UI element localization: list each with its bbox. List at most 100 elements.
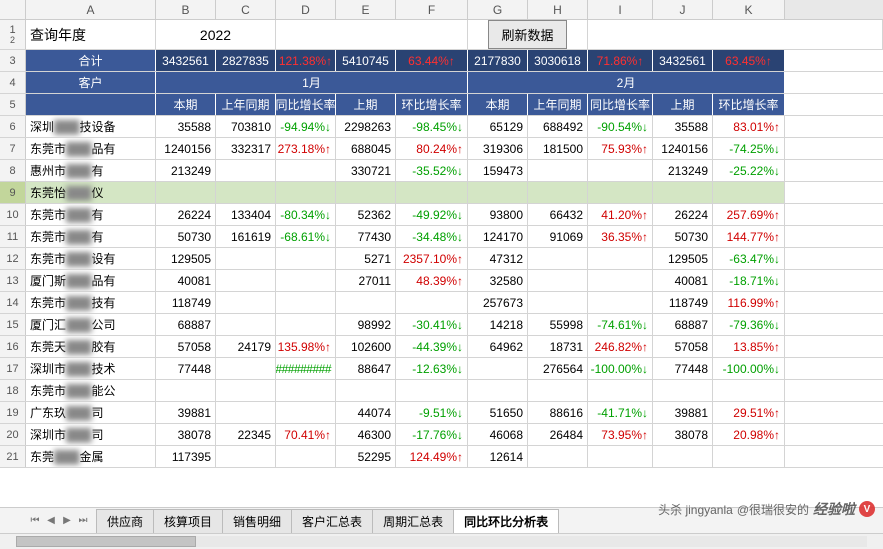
data-cell[interactable]: 133404 [216,204,276,225]
customer-name[interactable]: 深圳市███技术 [26,358,156,379]
data-cell[interactable]: 688045 [336,138,396,159]
col-G[interactable]: G [468,0,528,19]
data-cell[interactable]: -34.48%↓ [396,226,468,247]
data-cell[interactable]: 36.35%↑ [588,226,653,247]
data-cell[interactable] [216,160,276,181]
row-num[interactable]: 4 [0,72,26,93]
data-cell[interactable]: -49.92%↓ [396,204,468,225]
row-num[interactable]: 11 [0,226,26,247]
tab-prev-icon[interactable]: ◀ [44,514,58,528]
data-cell[interactable]: 118749 [653,292,713,313]
data-cell[interactable]: 12614 [468,446,528,467]
data-cell[interactable] [336,292,396,313]
customer-name[interactable]: 深圳███技设备 [26,116,156,137]
data-cell[interactable]: 181500 [528,138,588,159]
row-num[interactable]: 10 [0,204,26,225]
data-cell[interactable]: -41.71%↓ [588,402,653,423]
data-cell[interactable] [528,248,588,269]
data-cell[interactable]: 1240156 [156,138,216,159]
sheet-tab[interactable]: 销售明细 [222,509,292,533]
data-cell[interactable]: 44074 [336,402,396,423]
data-cell[interactable] [276,292,336,313]
data-cell[interactable]: 18731 [528,336,588,357]
data-cell[interactable] [528,270,588,291]
scroll-thumb[interactable] [16,536,196,547]
row-num[interactable]: 7 [0,138,26,159]
data-cell[interactable]: 98992 [336,314,396,335]
data-cell[interactable]: 57058 [156,336,216,357]
data-cell[interactable]: -30.41%↓ [396,314,468,335]
row-num[interactable]: 19 [0,402,26,423]
data-cell[interactable] [276,380,336,401]
row-num[interactable]: 9 [0,182,26,203]
data-cell[interactable]: 1240156 [653,138,713,159]
customer-name[interactable]: 东莞市███设有 [26,248,156,269]
data-cell[interactable]: 213249 [156,160,216,181]
data-cell[interactable]: 22345 [216,424,276,445]
data-cell[interactable] [216,314,276,335]
customer-name[interactable]: 东莞市███能公 [26,380,156,401]
data-cell[interactable]: 129505 [156,248,216,269]
data-cell[interactable] [653,182,713,203]
data-cell[interactable]: 40081 [653,270,713,291]
data-cell[interactable]: 68887 [156,314,216,335]
data-cell[interactable] [468,358,528,379]
data-cell[interactable]: 35588 [653,116,713,137]
customer-name[interactable]: 广东玖███司 [26,402,156,423]
data-cell[interactable]: 13.85%↑ [713,336,785,357]
data-cell[interactable] [468,380,528,401]
data-cell[interactable]: -18.71%↓ [713,270,785,291]
data-cell[interactable]: 124.49%↑ [396,446,468,467]
data-cell[interactable]: -17.76%↓ [396,424,468,445]
data-cell[interactable] [396,380,468,401]
data-cell[interactable]: 20.98%↑ [713,424,785,445]
data-cell[interactable] [396,182,468,203]
col-E[interactable]: E [336,0,396,19]
data-cell[interactable] [588,160,653,181]
data-cell[interactable]: 65129 [468,116,528,137]
col-K[interactable]: K [713,0,785,19]
data-cell[interactable] [396,292,468,313]
data-cell[interactable] [653,380,713,401]
data-cell[interactable] [713,380,785,401]
customer-name[interactable]: 深圳市███司 [26,424,156,445]
selectall-corner[interactable] [0,0,26,19]
data-cell[interactable] [588,248,653,269]
data-cell[interactable]: 48.39%↑ [396,270,468,291]
row-num[interactable]: 13 [0,270,26,291]
data-cell[interactable] [528,160,588,181]
refresh-button[interactable]: 刷新数据 [488,20,566,49]
sheet-tab[interactable]: 同比环比分析表 [453,509,559,533]
tab-first-icon[interactable]: ⏮ [28,514,42,528]
customer-name[interactable]: 东莞市███有 [26,226,156,247]
data-cell[interactable] [156,380,216,401]
data-cell[interactable]: -94.94%↓ [276,116,336,137]
tab-last-icon[interactable]: ⏭ [76,514,90,528]
sheet-tab[interactable]: 供应商 [96,509,154,533]
data-cell[interactable]: -68.61%↓ [276,226,336,247]
data-cell[interactable]: 75.93%↑ [588,138,653,159]
data-cell[interactable]: -63.47%↓ [713,248,785,269]
data-cell[interactable] [276,248,336,269]
data-cell[interactable]: -35.52%↓ [396,160,468,181]
data-cell[interactable] [713,446,785,467]
col-C[interactable]: C [216,0,276,19]
col-I[interactable]: I [588,0,653,19]
data-cell[interactable]: -25.22%↓ [713,160,785,181]
data-cell[interactable]: 118749 [156,292,216,313]
data-cell[interactable] [528,446,588,467]
data-cell[interactable] [216,402,276,423]
row-num[interactable]: 21 [0,446,26,467]
data-cell[interactable] [588,270,653,291]
data-cell[interactable]: 40081 [156,270,216,291]
data-cell[interactable]: 77448 [653,358,713,379]
h-scrollbar[interactable] [0,533,883,549]
data-cell[interactable]: 52362 [336,204,396,225]
data-cell[interactable]: -100.00%↓ [713,358,785,379]
data-cell[interactable] [276,160,336,181]
data-cell[interactable] [276,314,336,335]
data-cell[interactable]: 51650 [468,402,528,423]
data-cell[interactable]: 50730 [653,226,713,247]
data-cell[interactable]: -90.54%↓ [588,116,653,137]
data-cell[interactable]: 57058 [653,336,713,357]
